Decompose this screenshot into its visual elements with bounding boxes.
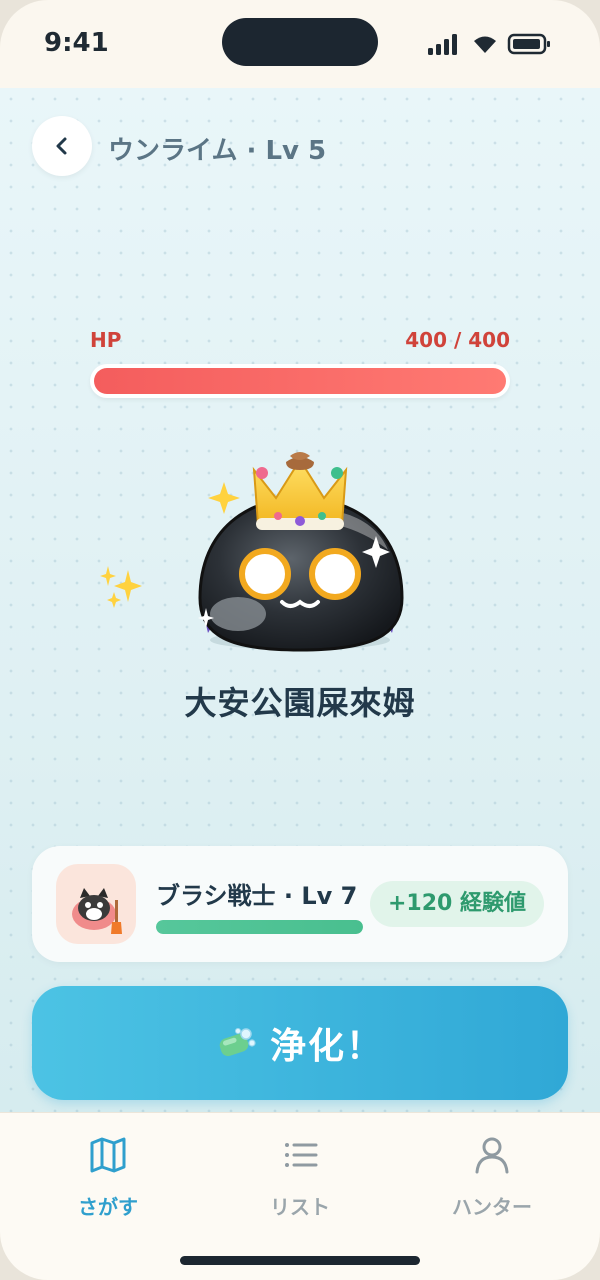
map-icon [90,1137,126,1173]
hunter-progress-bar [156,920,363,934]
back-button[interactable] [32,116,92,176]
status-icons [428,33,550,55]
purify-button[interactable]: 浄化！ [32,986,568,1100]
hunter-card: ブラシ戦士 · Lv 7 +120 経験値 [32,846,568,962]
hp-label: HP [90,328,122,352]
hp-value: 400 / 400 [405,328,510,352]
tab-list[interactable]: リスト [200,1135,400,1235]
slime-monster-illustration [100,452,404,652]
signal-icon [428,34,457,55]
home-indicator [180,1256,420,1265]
list-icon [285,1143,318,1167]
tab-list-label: リスト [270,1195,330,1219]
status-time: 9:41 [44,28,109,58]
chevron-left-icon [56,137,67,155]
purify-button-label: 浄化！ [269,1026,384,1067]
hunter-avatar [56,864,136,944]
tab-hunter[interactable]: ハンター [392,1135,592,1235]
hunter-cat-icon [72,888,122,934]
tab-hunter-label: ハンター [452,1195,532,1219]
exp-reward-badge: +120 経験値 [369,881,544,927]
soap-icon [219,1028,256,1057]
tab-bar: さがす リスト ハンター [0,1112,600,1280]
tab-search-label: さがす [78,1195,138,1219]
monster-title: ウンライム · Lv 5 [108,136,327,166]
person-icon [475,1137,509,1174]
wifi-icon [474,36,496,53]
tab-search[interactable]: さがす [8,1135,208,1235]
hunter-progress-fill [156,920,363,934]
battery-icon [507,33,550,55]
battle-screen: ウンライム · Lv 5 HP 400 / 400 大安公園屎來姆 ブラシ戦士 … [0,88,600,1112]
hunter-name: ブラシ戦士 · Lv 7 [156,882,358,910]
hp-bar [90,364,510,398]
dynamic-island [222,18,378,66]
monster-name: 大安公園屎來姆 [184,684,416,722]
hp-bar-fill [94,368,506,394]
status-bar: 9:41 [0,0,600,88]
phone-frame: 9:41 ウンライム · Lv 5 HP 400 / 400 大安公園屎來姆 ブ… [0,0,600,1280]
